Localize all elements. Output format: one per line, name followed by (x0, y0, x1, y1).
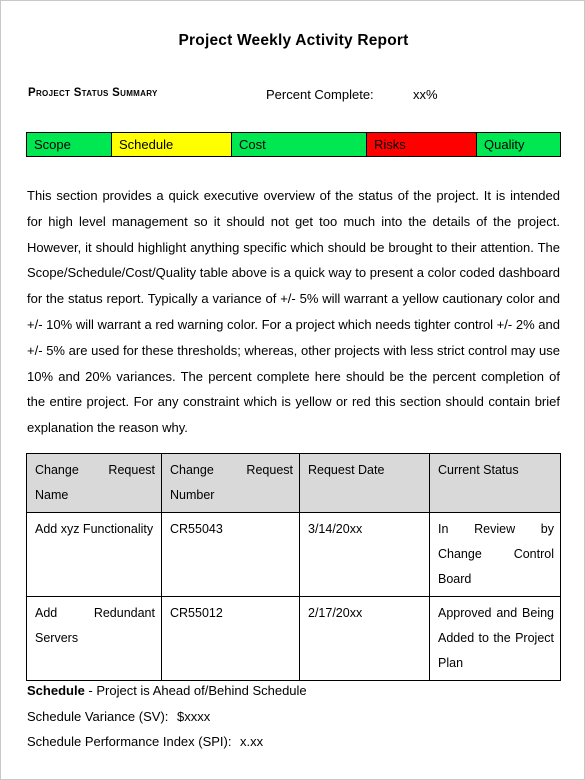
table-cell-number: CR55043 (161, 512, 300, 597)
schedule-variance-value: $xxxx (177, 708, 211, 724)
table-cell-name-text: Add xyz Functionality (35, 522, 154, 536)
schedule-heading: Schedule (27, 683, 85, 698)
schedule-spi-label: Schedule Performance Index (SPI): (27, 734, 232, 749)
percent-complete-value: xx% (413, 87, 438, 102)
schedule-section: Schedule - Project is Ahead of/Behind Sc… (27, 678, 560, 755)
schedule-spi-value: x.xx (240, 734, 264, 749)
status-cell-risks: Risks (367, 133, 477, 156)
percent-complete-label: Percent Complete: (266, 87, 374, 102)
table-cell-status: In Review by Change Control Board (429, 512, 561, 597)
table-cell-number-text: CR55012 (170, 606, 223, 620)
schedule-heading-suffix: - Project is Ahead of/Behind Schedule (84, 683, 307, 698)
table-cell-number: CR55012 (161, 596, 300, 681)
status-cell-quality-label: Quality (484, 137, 525, 152)
status-dashboard: Scope Schedule Cost Risks Quality (26, 132, 561, 157)
status-cell-schedule: Schedule (112, 133, 232, 156)
table-cell-name: Add xyz Functionality (26, 512, 162, 597)
table-cell-status: Approved and Being Added to the Project … (429, 596, 561, 681)
table-header-current-status: Current Status (429, 453, 561, 513)
table-cell-date: 2/17/20xx (299, 596, 430, 681)
table-row: Add Redundant Servers CR55012 2/17/20xx … (26, 596, 561, 681)
table-header-row: Change Request Name Change Request Numbe… (26, 453, 561, 513)
table-cell-number-text: CR55043 (170, 522, 223, 536)
table-cell-status-text: In Review by Change Control Board (438, 522, 554, 586)
schedule-heading-line: Schedule - Project is Ahead of/Behind Sc… (27, 678, 560, 704)
table-header-change-request-name-text: Change Request Name (35, 463, 155, 502)
table-header-change-request-number-text: Change Request Number (170, 463, 293, 502)
table-header-change-request-name: Change Request Name (26, 453, 162, 513)
schedule-variance-label: Schedule Variance (SV): (27, 708, 169, 724)
status-cell-cost-label: Cost (239, 137, 266, 152)
table-cell-name-text: Add Redundant Servers (35, 606, 155, 645)
table-header-current-status-text: Current Status (438, 463, 519, 477)
document-page: Project Weekly Activity Report Project S… (0, 0, 585, 780)
table-header-request-date: Request Date (299, 453, 430, 513)
summary-paragraph: This section provides a quick executive … (27, 188, 560, 436)
schedule-variance-line: Schedule Variance (SV): $xxxx (27, 704, 560, 730)
change-request-table: Change Request Name Change Request Numbe… (26, 453, 561, 681)
table-row: Add xyz Functionality CR55043 3/14/20xx … (26, 512, 561, 597)
table-cell-date-text: 2/17/20xx (308, 606, 363, 620)
table-cell-date: 3/14/20xx (299, 512, 430, 597)
table-header-request-date-text: Request Date (308, 463, 385, 477)
table-cell-date-text: 3/14/20xx (308, 522, 363, 536)
page-title: Project Weekly Activity Report (178, 32, 409, 49)
status-cell-cost: Cost (232, 133, 367, 156)
status-cell-scope-label: Scope (34, 137, 71, 152)
status-cell-quality: Quality (477, 133, 560, 156)
table-cell-name: Add Redundant Servers (26, 596, 162, 681)
table-cell-status-text: Approved and Being Added to the Project … (438, 606, 554, 670)
status-cell-schedule-label: Schedule (119, 137, 174, 152)
status-cell-risks-label: Risks (374, 137, 406, 152)
table-header-change-request-number: Change Request Number (161, 453, 300, 513)
schedule-spi-line: Schedule Performance Index (SPI): x.xx (27, 729, 560, 755)
status-cell-scope: Scope (27, 133, 112, 156)
section-heading-project-status-summary: Project Status Summary (28, 87, 158, 99)
